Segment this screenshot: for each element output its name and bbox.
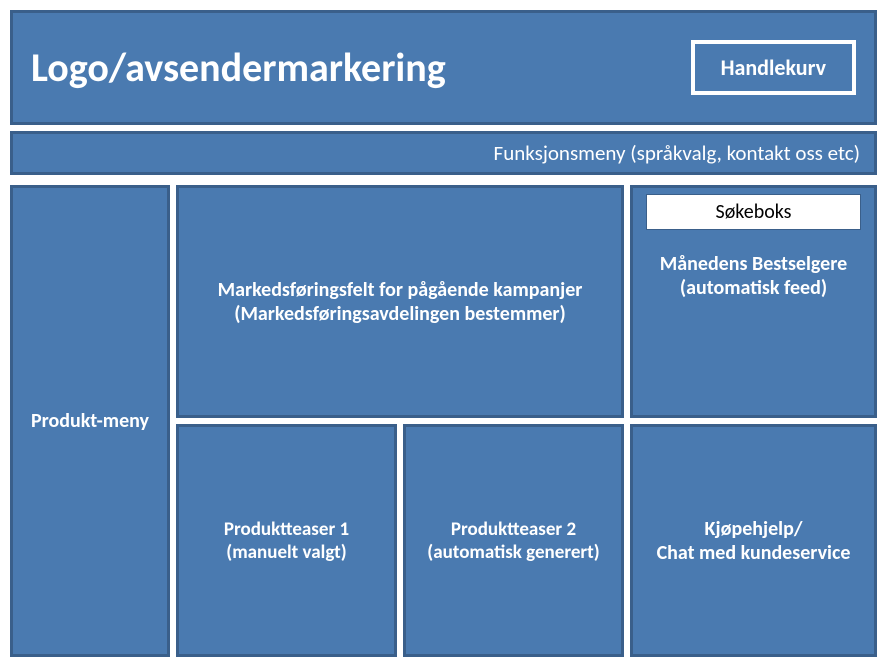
function-menu-label: Funksjonsmeny (språkvalg, kontakt oss et… (494, 140, 860, 166)
wireframe-layout: Logo/avsendermarkering Handlekurv Funksj… (10, 10, 877, 657)
search-input[interactable]: Søkeboks (646, 194, 861, 230)
chat-label: Kjøpehjelp/Chat med kundeservice (657, 517, 851, 565)
teaser1-label: Produktteaser 1(manuelt valgt) (224, 518, 349, 564)
product-menu-label: Produkt-meny (31, 409, 149, 433)
product-teaser-2[interactable]: Produktteaser 2(automatisk generert) (403, 424, 624, 657)
cart-button[interactable]: Handlekurv (691, 40, 856, 95)
teaser2-label: Produktteaser 2(automatisk generert) (427, 518, 599, 564)
function-menu-row: Funksjonsmeny (språkvalg, kontakt oss et… (10, 131, 877, 179)
bestsellers-label: Månedens Bestselgere (automatisk feed) (639, 252, 868, 300)
body-grid: Produkt-meny Markedsføringsfelt for pågå… (10, 185, 877, 657)
product-menu[interactable]: Produkt-meny (10, 185, 170, 657)
chat-help[interactable]: Kjøpehjelp/Chat med kundeservice (630, 424, 877, 657)
marketing-label: Markedsføringsfelt for pågående kampanje… (185, 278, 615, 326)
logo-label: Logo/avsendermarkering (31, 43, 446, 92)
marketing-area: Markedsføringsfelt for pågående kampanje… (176, 185, 624, 418)
header-block: Logo/avsendermarkering Handlekurv (10, 10, 877, 125)
header-row: Logo/avsendermarkering Handlekurv (10, 10, 877, 125)
right-top-block: Søkeboks Månedens Bestselgere (automatis… (630, 185, 877, 418)
function-menu[interactable]: Funksjonsmeny (språkvalg, kontakt oss et… (10, 131, 877, 175)
product-teaser-1[interactable]: Produktteaser 1(manuelt valgt) (176, 424, 397, 657)
teaser-wrap: Produktteaser 1(manuelt valgt) Produktte… (176, 424, 624, 657)
